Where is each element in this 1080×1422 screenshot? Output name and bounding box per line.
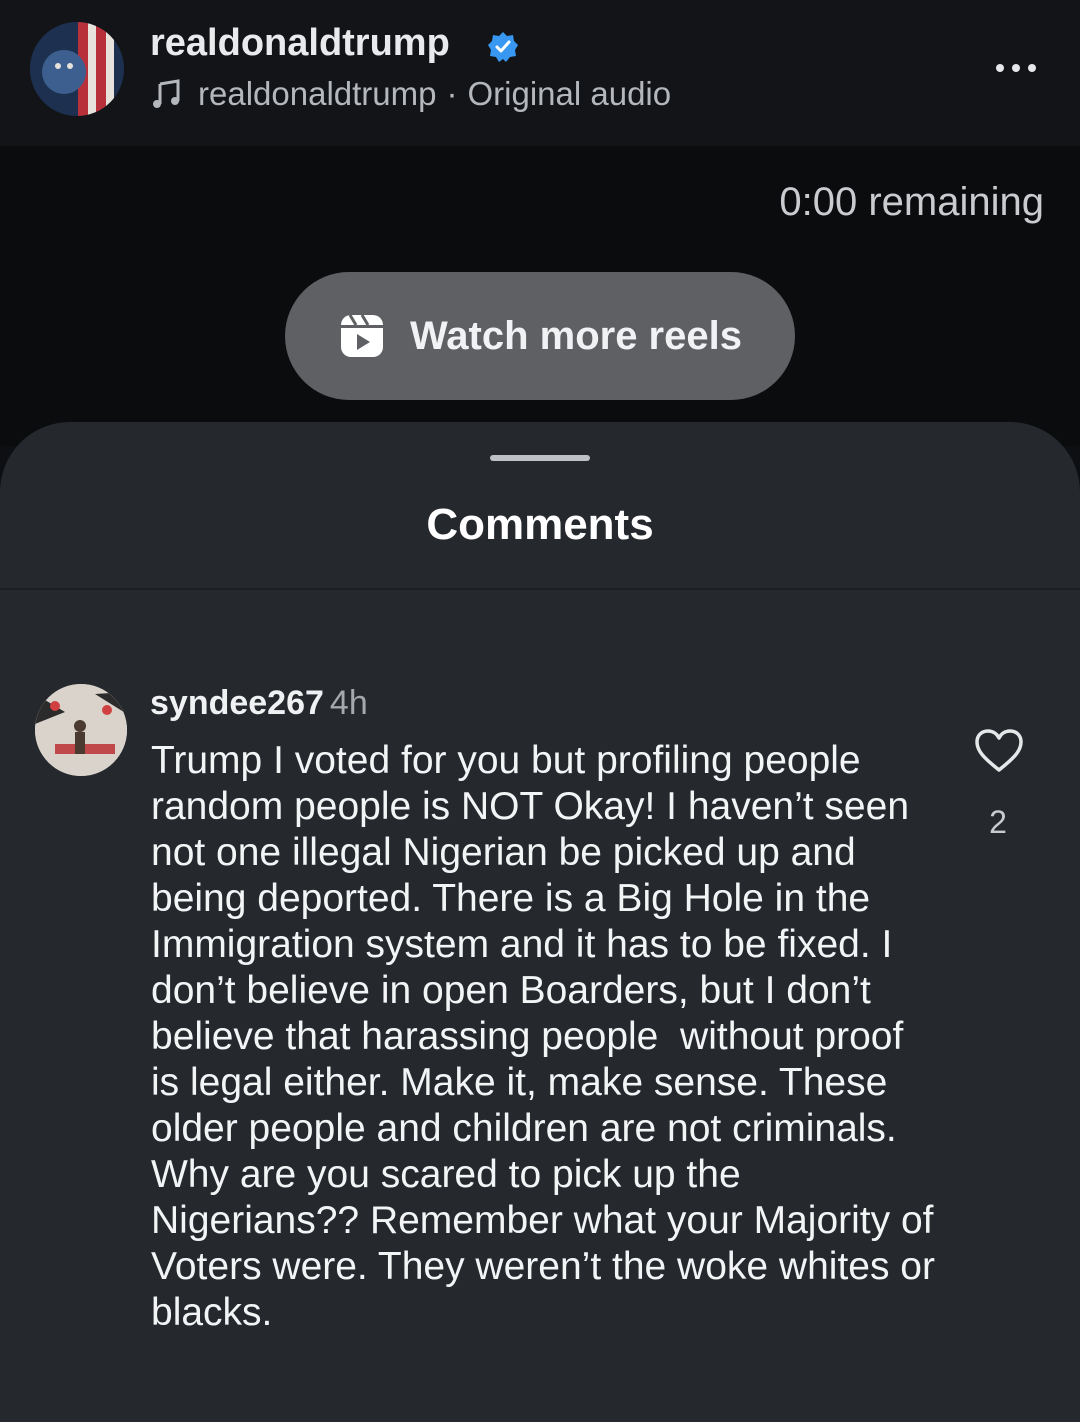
watch-more-reels-button[interactable]: Watch more reels bbox=[285, 272, 795, 400]
more-options-icon[interactable] bbox=[986, 50, 1046, 86]
comment-time: 4h bbox=[329, 684, 368, 722]
comments-title: Comments bbox=[426, 500, 654, 549]
verified-badge-icon bbox=[486, 30, 520, 64]
audio-info[interactable]: realdonaldtrump · Original audio bbox=[150, 74, 671, 114]
music-note-icon bbox=[153, 79, 180, 108]
account-username[interactable]: realdonaldtrump bbox=[150, 22, 450, 65]
heart-icon[interactable] bbox=[974, 728, 1024, 774]
commenter-avatar[interactable] bbox=[35, 684, 127, 776]
profile-avatar[interactable] bbox=[30, 22, 124, 116]
comment-username[interactable]: syndee267 bbox=[150, 684, 324, 722]
audio-separator: · bbox=[446, 75, 458, 112]
watch-more-label: Watch more reels bbox=[410, 313, 742, 358]
like-count: 2 bbox=[989, 804, 1007, 840]
comment-text: Trump I voted for you but profiling peop… bbox=[151, 739, 946, 1334]
comment-meta: syndee267 4h bbox=[150, 684, 368, 723]
divider bbox=[0, 588, 1080, 590]
reels-icon bbox=[341, 314, 383, 357]
audio-owner: realdonaldtrump bbox=[198, 75, 437, 112]
audio-label: Original audio bbox=[467, 75, 672, 112]
sheet-drag-handle[interactable] bbox=[490, 455, 590, 461]
remaining-time: 0:00 remaining bbox=[779, 180, 1044, 224]
